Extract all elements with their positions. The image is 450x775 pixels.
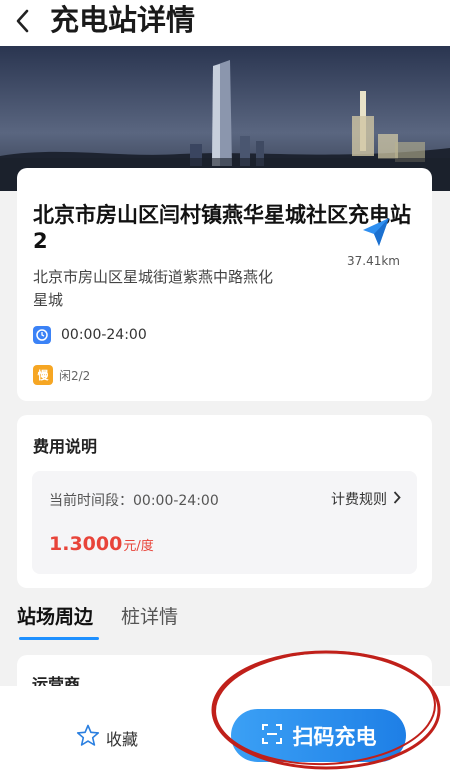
header: 充电站详情 bbox=[0, 0, 450, 46]
fee-title: 费用说明 bbox=[33, 437, 98, 456]
star-icon bbox=[76, 724, 100, 751]
clock-icon bbox=[33, 326, 51, 344]
billing-rules-link[interactable]: 计费规则 bbox=[331, 489, 401, 509]
fee-card: 费用说明 当前时间段：00:00-24:00 计费规则 1.3000 元/度 bbox=[17, 415, 432, 588]
active-tab-indicator bbox=[19, 637, 99, 640]
tab-pile-details[interactable]: 桩详情 bbox=[121, 602, 178, 629]
opening-hours: 00:00-24:00 bbox=[61, 327, 147, 343]
favorite-label: 收藏 bbox=[106, 729, 139, 749]
price-value: 1.3000 bbox=[49, 533, 123, 555]
station-distance: 37.41km bbox=[347, 254, 400, 268]
bottom-action-bar: 收藏 扫码充电 bbox=[0, 686, 450, 775]
navigation-icon[interactable] bbox=[361, 216, 391, 248]
favorite-button[interactable]: 收藏 bbox=[76, 724, 138, 751]
charger-status-row: 慢 闲2/2 bbox=[33, 365, 90, 385]
price-unit: 元/度 bbox=[123, 539, 154, 554]
station-name: 北京市房山区闫村镇燕华星城社区充电站2 bbox=[33, 203, 411, 253]
station-address: 北京市房山区星城街道紫燕中路燕化星城 bbox=[33, 268, 274, 309]
price: 1.3000 元/度 bbox=[49, 533, 154, 555]
opening-hours-row: 00:00-24:00 bbox=[33, 326, 147, 344]
slow-charge-badge: 慢 bbox=[33, 365, 53, 385]
scan-to-charge-button[interactable]: 扫码充电 bbox=[231, 709, 406, 762]
chevron-right-icon bbox=[393, 490, 401, 508]
back-icon[interactable] bbox=[10, 6, 34, 36]
station-info-card: 北京市房山区闫村镇燕华星城社区充电站2 37.41km 北京市房山区星城街道紫燕… bbox=[17, 168, 432, 401]
tab-surroundings[interactable]: 站场周边 bbox=[17, 602, 93, 629]
fee-detail-box: 当前时间段：00:00-24:00 计费规则 1.3000 元/度 bbox=[32, 471, 417, 574]
page-title: 充电站详情 bbox=[50, 3, 196, 37]
scan-to-charge-label: 扫码充电 bbox=[292, 724, 377, 749]
billing-rules-label: 计费规则 bbox=[331, 492, 387, 508]
scan-icon bbox=[261, 723, 283, 749]
idle-count: 闲2/2 bbox=[59, 368, 91, 383]
current-period: 当前时间段：00:00-24:00 bbox=[49, 493, 219, 509]
